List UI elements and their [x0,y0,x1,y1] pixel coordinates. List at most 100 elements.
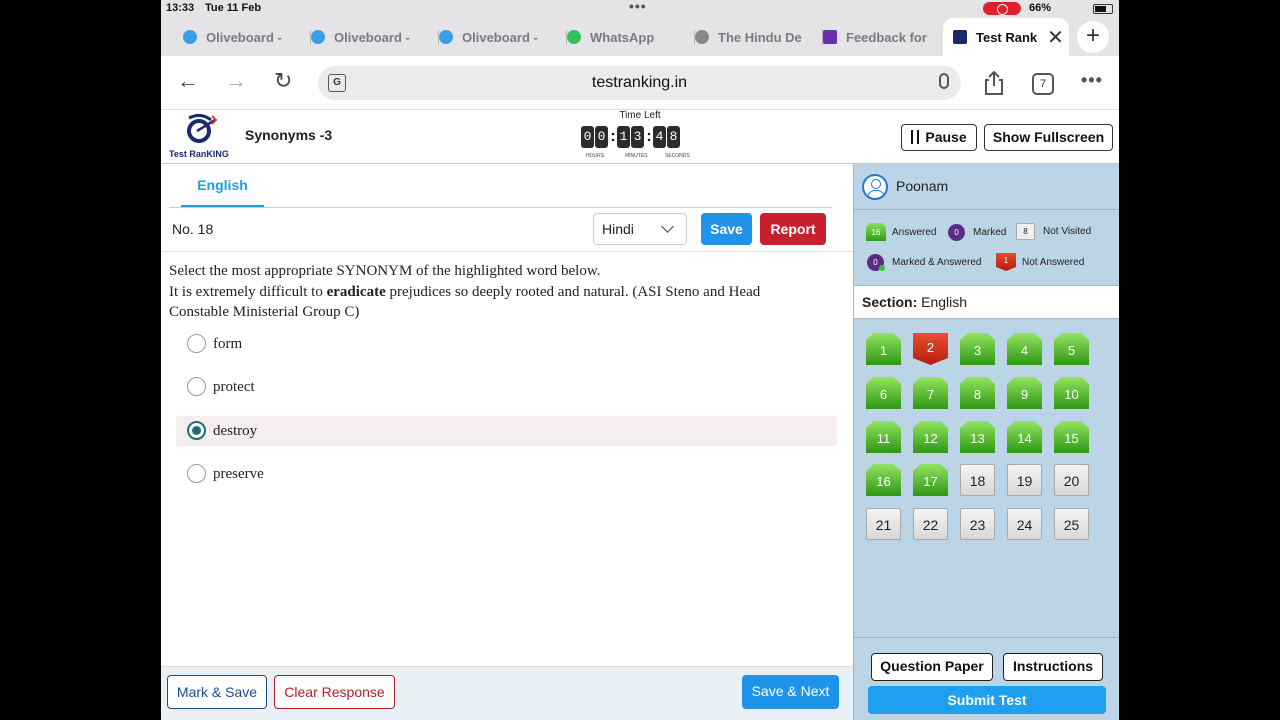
new-tab-button[interactable]: + [1077,21,1109,53]
oliveboard-icon [183,30,197,44]
question-palette-button[interactable]: 20 [1054,464,1089,496]
radio-button[interactable] [187,377,206,396]
timer-unit-minutes: MINUTES [625,153,648,159]
option-3-selected[interactable]: destroy [176,416,837,446]
section-label: Section: [862,294,918,310]
tab-english[interactable]: English [181,164,264,207]
battery-icon [1093,4,1113,14]
save-next-button[interactable]: Save & Next [742,675,839,709]
instructions-button[interactable]: Instructions [1003,653,1103,681]
radio-button-selected[interactable] [187,421,206,440]
timer-unit-hours: HOURS [586,153,605,159]
panel-footer: Question Paper Instructions Submit Test [854,637,1119,720]
browser-tab[interactable]: Oliveboard - [311,18,439,56]
forward-arrow-icon[interactable]: → [225,68,247,94]
oliveboard-icon [439,30,453,44]
browser-tab[interactable]: WhatsApp [567,18,695,56]
browser-tab[interactable]: The Hindu De [695,18,823,56]
browser-tab[interactable]: Oliveboard - [183,18,311,56]
microphone-icon[interactable] [939,73,949,89]
show-fullscreen-button[interactable]: Show Fullscreen [984,124,1113,151]
question-palette-button[interactable]: 24 [1007,508,1042,540]
browser-tab-active[interactable]: Test Rank ✕ [943,18,1069,56]
divider [161,251,853,252]
form-icon [823,30,837,44]
test-title: Synonyms -3 [245,127,333,143]
question-palette-button[interactable]: 23 [960,508,995,540]
report-button[interactable]: Report [760,213,826,245]
share-icon[interactable] [983,70,1005,96]
countdown-timer: Time Left 0 0 : 1 3 : 4 8 HOURS MINUTES … [581,110,696,164]
not-visited-badge: 8 [1016,223,1035,240]
mark-save-button[interactable]: Mark & Save [167,675,267,709]
submit-test-button[interactable]: Submit Test [868,686,1106,714]
clear-response-button[interactable]: Clear Response [274,675,395,709]
browser-tab-label: Feedback for [846,29,927,45]
legend-marked: 0 Marked [948,224,1006,241]
question-area: English No. 18 Hindi Save Report Select … [161,164,853,720]
question-palette-button[interactable]: 5 [1054,333,1089,365]
timer-digit: 1 [617,126,630,148]
question-palette-button[interactable]: 22 [913,508,948,540]
question-palette-button[interactable]: 4 [1007,333,1042,365]
url-text: testranking.in [591,74,688,91]
testranking-icon [953,30,967,44]
marked-badge: 0 [948,224,965,241]
test-ranking-logo: Test RanKING [169,114,233,160]
question-palette-button[interactable]: 17 [913,464,948,496]
option-label: preserve [213,466,264,482]
question-palette-button[interactable]: 3 [960,333,995,365]
legend-not-answered: 1 Not Answered [996,253,1084,271]
question-palette-button[interactable]: 7 [913,377,948,409]
pause-button[interactable]: Pause [901,124,977,151]
option-2[interactable]: protect [176,372,837,402]
browser-tab[interactable]: Oliveboard - [439,18,567,56]
reload-icon[interactable]: ↻ [274,68,292,94]
question-palette-button[interactable]: 14 [1007,421,1042,453]
more-options-icon[interactable]: ••• [1081,70,1103,91]
section-header: Section: English [854,285,1119,319]
logo-mark-icon [187,114,217,143]
question-palette-button[interactable]: 6 [866,377,901,409]
browser-toolbar: ← → ↻ G testranking.in 7 ••• [161,56,1119,110]
question-palette-button[interactable]: 12 [913,421,948,453]
timer-digit: 3 [631,126,644,148]
question-palette-button[interactable]: 21 [866,508,901,540]
question-sentence: It is extremely difficult to eradicate p… [169,283,761,321]
timer-digit: 8 [667,126,680,148]
question-palette-button[interactable]: 13 [960,421,995,453]
oliveboard-icon [311,30,325,44]
close-tab-icon[interactable]: ✕ [1047,25,1064,50]
tab-count-button[interactable]: 7 [1032,73,1054,95]
question-text: Select the most appropriate SYNONYM of t… [169,261,809,323]
language-select[interactable]: Hindi [593,213,687,245]
screen-record-icon[interactable] [983,2,1021,15]
browser-tab-label: Test Rank [976,29,1038,45]
question-number: No. 18 [172,221,214,237]
option-1[interactable]: form [176,329,837,359]
back-arrow-icon[interactable]: ← [177,68,199,94]
address-bar[interactable]: G testranking.in [318,66,961,100]
question-paper-button[interactable]: Question Paper [871,653,993,681]
radio-button[interactable] [187,464,206,483]
browser-tab[interactable]: Feedback for [823,18,941,56]
question-palette-button[interactable]: 8 [960,377,995,409]
question-palette-button[interactable]: 2 [913,333,948,365]
radio-button[interactable] [187,334,206,353]
question-palette-button[interactable]: 19 [1007,464,1042,496]
marked-answered-badge: 0 [867,254,885,271]
question-palette-button[interactable]: 15 [1054,421,1089,453]
battery-percent: 66% [1029,2,1052,14]
multitask-dots-icon[interactable]: ••• [629,0,647,14]
whatsapp-icon [567,30,581,44]
question-palette-button[interactable]: 18 [960,464,995,496]
question-palette-button[interactable]: 11 [866,421,901,453]
question-palette-button[interactable]: 25 [1054,508,1089,540]
question-palette-button[interactable]: 10 [1054,377,1089,409]
option-4[interactable]: preserve [176,459,837,489]
question-palette-button[interactable]: 9 [1007,377,1042,409]
highlighted-word: eradicate [326,283,386,300]
question-palette-button[interactable]: 16 [866,464,901,496]
question-palette-button[interactable]: 1 [866,333,901,365]
save-button[interactable]: Save [701,213,752,245]
